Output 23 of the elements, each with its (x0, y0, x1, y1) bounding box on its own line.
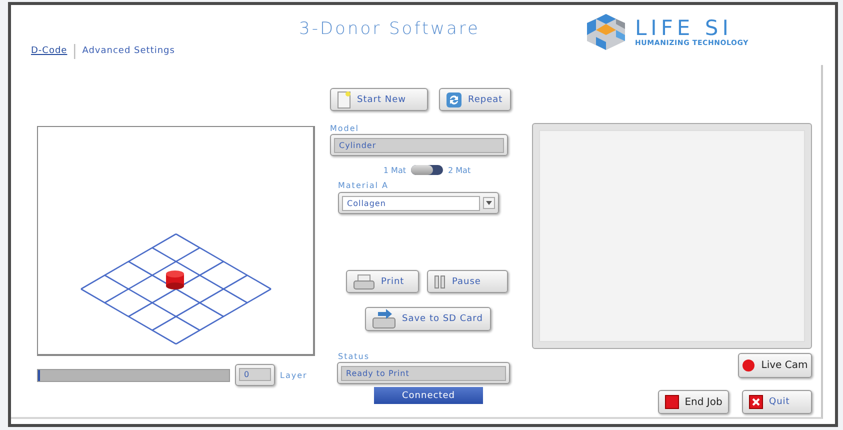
model-label: Model (330, 124, 360, 133)
status-field: Ready to Print (341, 366, 506, 381)
tab[interactable]: D-Code (31, 44, 68, 58)
live-cam-button[interactable]: Live Cam (738, 353, 812, 378)
quit-button[interactable]: Quit (742, 390, 812, 414)
one-material-label: 1 Mat (383, 166, 406, 174)
two-material-label: 2 Mat (448, 166, 471, 174)
connection-status-bar: Connected (374, 387, 483, 404)
repeat-button[interactable]: Repeat (439, 88, 511, 111)
window-title: 3-Donor Software (299, 19, 480, 39)
print-button[interactable]: Print (346, 270, 419, 293)
save-to-sd-card-button[interactable]: Save to SD Card (365, 307, 491, 331)
layer-number: 0 (239, 368, 271, 381)
model-field: Cylinder (334, 138, 504, 153)
material-dropdown[interactable]: Collagen (338, 192, 499, 214)
layer-label: Layer (280, 370, 308, 380)
status-label: Status (338, 352, 370, 361)
pause-button[interactable]: Pause (427, 270, 508, 293)
end-job-button[interactable]: End Job (658, 390, 729, 414)
tab[interactable]: Advanced Settings (82, 44, 175, 58)
material-label: Material A (338, 181, 390, 190)
logo-name: LIFE SI (634, 17, 732, 39)
start-new-button[interactable]: Start New (330, 88, 428, 111)
